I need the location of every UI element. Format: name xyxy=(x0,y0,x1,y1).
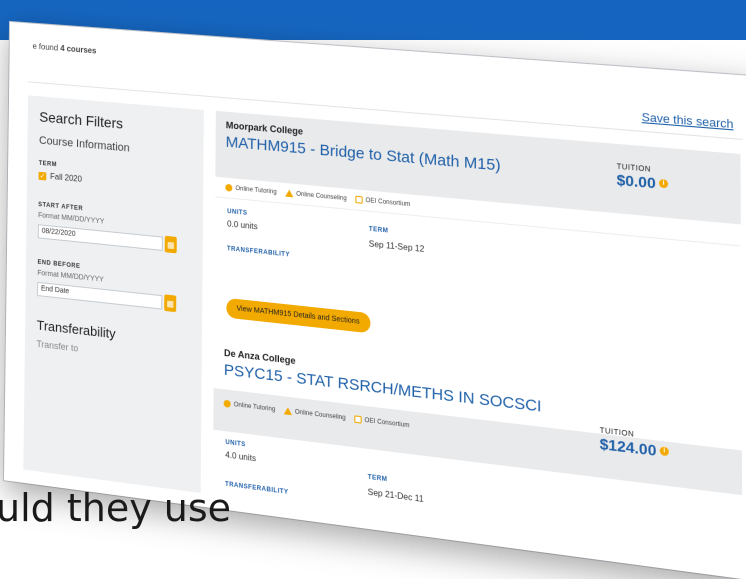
results-count-prefix: e found xyxy=(32,41,59,53)
tuition-value: $0.00 xyxy=(616,170,656,192)
term-label: TERM xyxy=(367,474,388,484)
save-search-link[interactable]: Save this search xyxy=(642,111,734,131)
term-checkbox[interactable]: ✓ xyxy=(38,171,47,181)
service-label: Online Tutoring xyxy=(235,185,277,196)
transferability-label: TRANSFERABILITY xyxy=(226,246,290,259)
service-oei-consortium: OEI Consortium xyxy=(355,195,411,208)
transferability-label: TRANSFERABILITY xyxy=(224,481,289,497)
course-information-heading: Course Information xyxy=(38,134,130,155)
tutoring-icon xyxy=(225,183,233,192)
screenshot-scene: e found 4 courses Save this search Searc… xyxy=(0,0,746,579)
service-oei-consortium: OEI Consortium xyxy=(354,415,410,429)
calendar-icon[interactable]: ▦ xyxy=(164,235,177,254)
consortium-icon xyxy=(355,195,363,204)
service-label: Online Counseling xyxy=(294,408,346,422)
tutoring-icon xyxy=(223,399,231,408)
tuition-block: TUITION $0.00 i xyxy=(617,163,669,192)
results-count: e found 4 courses xyxy=(32,42,96,56)
search-filters-panel: Search Filters Course Information TERM ✓… xyxy=(23,95,204,493)
term-value: Sep 21-Dec 11 xyxy=(367,487,424,505)
info-icon[interactable]: i xyxy=(659,178,669,189)
filters-title: Search Filters xyxy=(39,108,124,132)
service-online-counseling: Online Counseling xyxy=(284,189,347,202)
service-online-tutoring: Online Tutoring xyxy=(223,399,276,414)
service-label: Online Tutoring xyxy=(233,401,276,413)
term-label: TERM xyxy=(368,226,389,235)
service-label: Online Counseling xyxy=(296,190,347,202)
term-option-label: Fall 2020 xyxy=(50,171,82,184)
units-label: UNITS xyxy=(227,208,248,217)
info-icon[interactable]: i xyxy=(659,446,669,457)
units-value: 0.0 units xyxy=(227,219,258,232)
view-details-button[interactable]: View MATHM915 Details and Sections xyxy=(226,297,371,334)
service-online-tutoring: Online Tutoring xyxy=(225,183,277,196)
consortium-icon xyxy=(354,415,362,424)
counseling-icon xyxy=(284,189,294,198)
term-value: Sep 11-Sep 12 xyxy=(368,239,425,255)
slide-caption: uld they use xyxy=(0,486,232,530)
results-count-value: 4 courses xyxy=(60,43,97,56)
service-label: OEI Consortium xyxy=(365,197,411,208)
units-value: 4.0 units xyxy=(225,450,257,464)
calendar-icon[interactable]: ▦ xyxy=(164,294,177,313)
counseling-icon xyxy=(283,406,292,416)
tuition-amount: $0.00 i xyxy=(616,170,669,193)
units-label: UNITS xyxy=(225,439,246,449)
service-online-counseling: Online Counseling xyxy=(283,406,346,422)
service-label: OEI Consortium xyxy=(364,417,410,429)
